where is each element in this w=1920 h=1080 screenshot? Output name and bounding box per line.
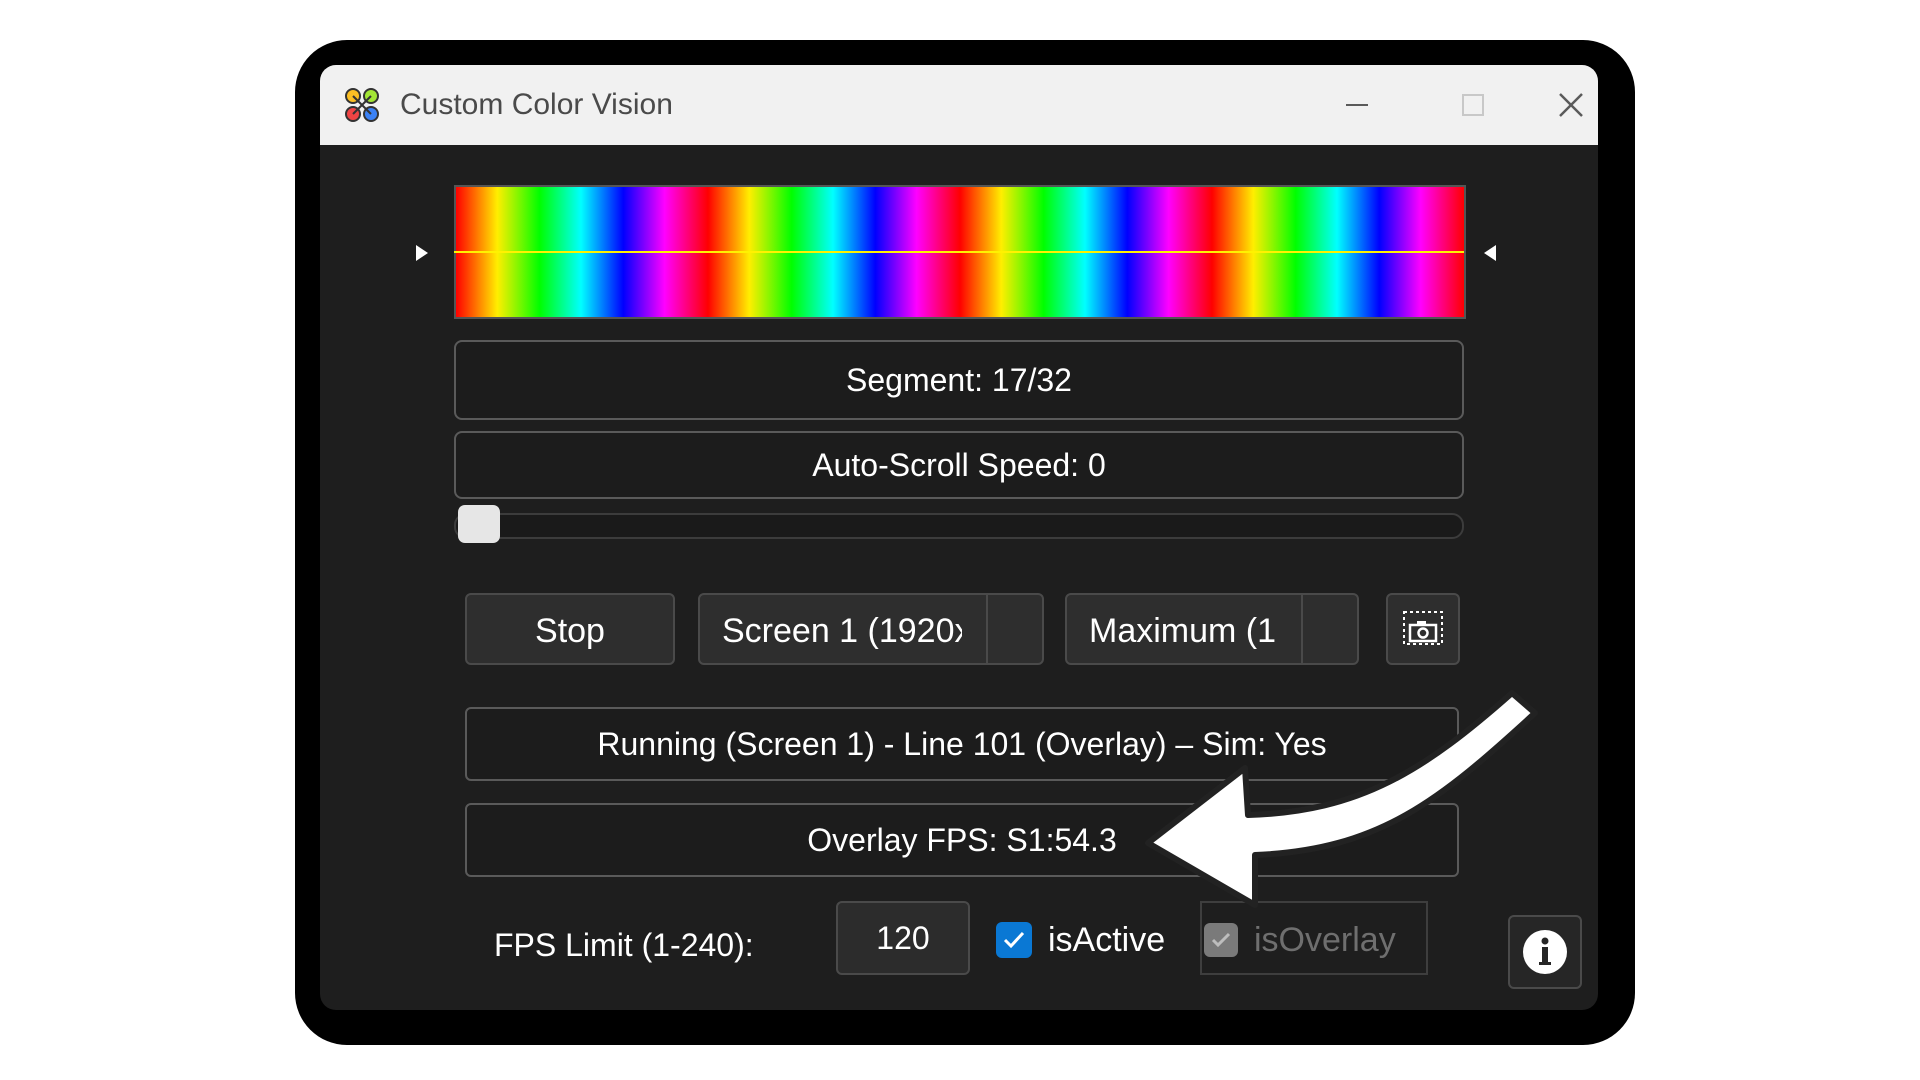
app-window: Custom Color Vision Segment: 17/32 Auto-… xyxy=(320,65,1598,1010)
running-status: Running (Screen 1) - Line 101 (Overlay) … xyxy=(465,707,1459,781)
segment-label: Segment: 17/32 xyxy=(454,340,1464,420)
window-title: Custom Color Vision xyxy=(400,88,673,121)
scanline-right-marker xyxy=(1484,245,1496,261)
mode-select-value: Maximum (1 xyxy=(1089,612,1277,650)
is-overlay-label[interactable]: isOverlay xyxy=(1254,917,1396,963)
screen-select-dropdown-divider xyxy=(986,595,988,663)
checkmark-icon xyxy=(1211,932,1231,948)
screen-select[interactable]: Screen 1 (1920x xyxy=(698,593,1044,665)
fps-limit-input[interactable]: 120 xyxy=(836,901,970,975)
maximize-button[interactable] xyxy=(1438,79,1508,131)
close-button[interactable] xyxy=(1536,79,1598,131)
title-bar[interactable]: Custom Color Vision xyxy=(320,65,1598,145)
scanline-indicator xyxy=(454,251,1464,253)
minimize-button[interactable] xyxy=(1322,79,1392,131)
stop-button[interactable]: Stop xyxy=(465,593,675,665)
info-icon xyxy=(1523,930,1567,974)
is-active-label[interactable]: isActive xyxy=(1048,917,1165,963)
mode-select-dropdown-divider xyxy=(1301,595,1303,663)
scanline-left-marker xyxy=(416,245,428,261)
info-button[interactable] xyxy=(1508,915,1582,989)
is-overlay-checkbox[interactable] xyxy=(1204,923,1238,957)
overlay-fps-status: Overlay FPS: S1:54.3 xyxy=(465,803,1459,877)
fps-limit-label: FPS Limit (1-240): xyxy=(494,927,754,963)
mode-select[interactable]: Maximum (1 xyxy=(1065,593,1359,665)
snapshot-button[interactable] xyxy=(1386,593,1460,665)
screen-select-value: Screen 1 (1920x xyxy=(722,612,962,650)
app-logo-icon xyxy=(345,88,379,122)
camera-icon xyxy=(1403,611,1443,645)
auto-scroll-slider[interactable] xyxy=(454,513,1464,539)
auto-scroll-slider-thumb[interactable] xyxy=(458,505,500,543)
auto-scroll-speed-label: Auto-Scroll Speed: 0 xyxy=(454,431,1464,499)
checkmark-icon xyxy=(1003,931,1025,949)
is-active-checkbox[interactable] xyxy=(996,922,1032,958)
